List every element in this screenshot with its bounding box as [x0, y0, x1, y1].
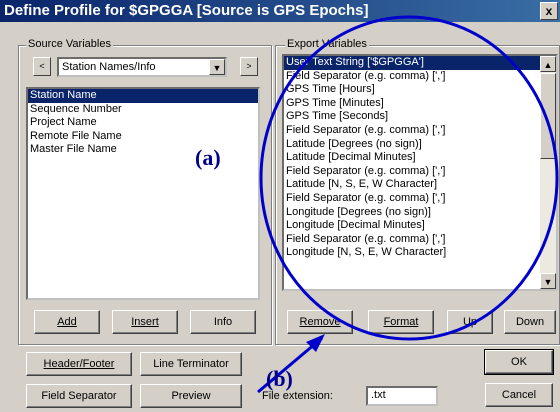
export-list-item[interactable]: GPS Time [Hours] — [284, 83, 542, 97]
export-list-item[interactable]: Field Separator (e.g. comma) [','] — [284, 70, 542, 84]
export-list-item[interactable]: Longitude [N, S, E, W Character] — [284, 246, 542, 260]
prev-category-button[interactable]: < — [33, 57, 51, 76]
remove-button[interactable]: Remove — [287, 310, 353, 334]
scroll-thumb[interactable] — [540, 73, 556, 159]
source-list-item[interactable]: Remote File Name — [28, 130, 258, 144]
export-list-item[interactable]: GPS Time [Minutes] — [284, 97, 542, 111]
window-title: Define Profile for $GPGGA [Source is GPS… — [4, 2, 369, 19]
export-variables-label: Export Variables — [285, 38, 369, 50]
export-list-item[interactable]: Field Separator (e.g. comma) [','] — [284, 124, 542, 138]
export-list-item[interactable]: Field Separator (e.g. comma) [','] — [284, 233, 542, 247]
category-combo[interactable]: Station Names/Info ▼ — [57, 57, 227, 77]
export-list-item[interactable]: Latitude [Decimal Minutes] — [284, 151, 542, 165]
field-separator-button[interactable]: Field Separator — [26, 384, 132, 408]
annotation-label-a: (a) — [195, 145, 221, 170]
annotation-label-b: (b) — [266, 366, 293, 391]
file-extension-field[interactable]: .txt — [366, 386, 438, 406]
source-list-item[interactable]: Master File Name — [28, 143, 258, 157]
source-variables-list[interactable]: Station Name Sequence Number Project Name R… — [26, 87, 260, 300]
preview-button[interactable]: Preview — [140, 384, 242, 408]
down-button[interactable]: Down — [504, 310, 556, 334]
add-button[interactable]: Add — [34, 310, 100, 334]
category-combo-value: Station Names/Info — [62, 61, 156, 73]
title-bar: Define Profile for $GPGGA [Source is GPS… — [0, 0, 560, 22]
export-list-item[interactable]: Longitude [Decimal Minutes] — [284, 219, 542, 233]
chevron-down-icon[interactable]: ▼ — [209, 59, 225, 75]
export-list-item[interactable]: Longitude [Degrees (no sign)] — [284, 206, 542, 220]
scroll-up-arrow-icon[interactable]: ▲ — [540, 56, 556, 72]
source-list-item[interactable]: Project Name — [28, 116, 258, 130]
next-category-button[interactable]: > — [240, 57, 258, 76]
export-list-item[interactable]: Field Separator (e.g. comma) [','] — [284, 192, 542, 206]
export-list-item[interactable]: User Text String ['$GPGGA'] — [284, 56, 542, 70]
export-list-item[interactable]: Field Separator (e.g. comma) [','] — [284, 165, 542, 179]
export-list-item[interactable]: Latitude [Degrees (no sign)] — [284, 138, 542, 152]
cancel-button[interactable]: Cancel — [485, 383, 553, 407]
header-footer-button[interactable]: Header/Footer — [26, 352, 132, 376]
format-button[interactable]: Format — [368, 310, 434, 334]
up-button[interactable]: Up — [447, 310, 493, 334]
info-button[interactable]: Info — [190, 310, 256, 334]
export-list-item[interactable]: GPS Time [Seconds] — [284, 110, 542, 124]
close-button[interactable]: x — [540, 2, 558, 20]
export-variables-list[interactable]: User Text String ['$GPGGA'] Field Separat… — [282, 54, 558, 291]
source-variables-label: Source Variables — [26, 38, 113, 50]
source-list-item[interactable]: Sequence Number — [28, 103, 258, 117]
ok-button[interactable]: OK — [484, 349, 554, 375]
export-scrollbar[interactable]: ▲ ▼ — [540, 56, 556, 289]
insert-button[interactable]: Insert — [112, 310, 178, 334]
scroll-down-arrow-icon[interactable]: ▼ — [540, 273, 556, 289]
source-list-item[interactable]: Station Name — [28, 89, 258, 103]
export-list-item[interactable]: Latitude [N, S, E, W Character] — [284, 178, 542, 192]
line-terminator-button[interactable]: Line Terminator — [140, 352, 242, 376]
